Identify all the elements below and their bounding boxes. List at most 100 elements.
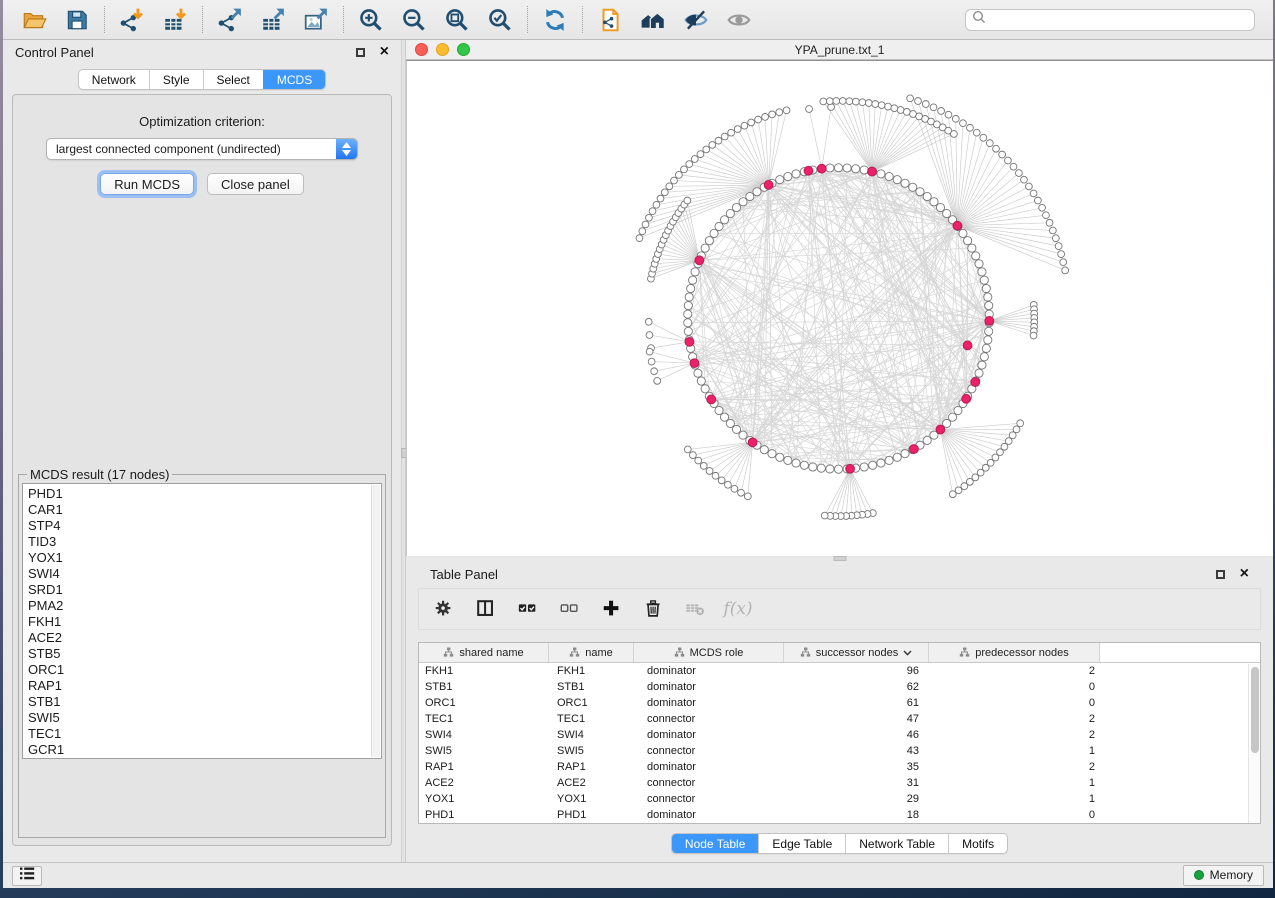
mcds-result-item[interactable]: ORC1	[28, 662, 367, 678]
mcds-result-item[interactable]: TEC1	[28, 726, 367, 742]
network-canvas[interactable]	[406, 60, 1273, 556]
table-cell: RAP1	[419, 761, 549, 773]
mcds-result-item[interactable]: FKH1	[28, 614, 367, 630]
mcds-result-item[interactable]: ACE2	[28, 630, 367, 646]
select-all-rows-icon[interactable]	[515, 596, 541, 622]
open-file-icon[interactable]	[18, 4, 50, 36]
table-row[interactable]: SWI4SWI4dominator462	[419, 727, 1260, 743]
network-graph[interactable]	[407, 61, 1273, 556]
mcds-result-item[interactable]: STB1	[28, 694, 367, 710]
table-row[interactable]: TEC1TEC1connector472	[419, 711, 1260, 727]
table-cell: TEC1	[549, 713, 634, 725]
table-row[interactable]: FKH1FKH1dominator962	[419, 663, 1260, 679]
zoom-fit-icon[interactable]	[441, 4, 473, 36]
tab-select[interactable]: Select	[203, 70, 263, 89]
table-settings-icon[interactable]	[431, 596, 457, 622]
close-panel-button[interactable]: Close panel	[207, 173, 304, 195]
tab-network-table[interactable]: Network Table	[845, 834, 948, 853]
control-panel: Control Panel × NetworkStyleSelectMCDS O…	[3, 40, 401, 862]
table-cell: dominator	[634, 729, 784, 741]
import-table-icon[interactable]	[159, 4, 191, 36]
tab-motifs[interactable]: Motifs	[948, 834, 1007, 853]
table-cell: connector	[634, 745, 784, 757]
search-icon	[972, 10, 986, 29]
home-networks-icon[interactable]	[637, 4, 669, 36]
zoom-selected-icon[interactable]	[484, 4, 516, 36]
column-header-predecessor-nodes[interactable]: predecessor nodes	[929, 643, 1100, 662]
mcds-result-item[interactable]: YOX1	[28, 550, 367, 566]
save-session-icon[interactable]	[61, 4, 93, 36]
tab-network[interactable]: Network	[79, 70, 149, 89]
run-mcds-button[interactable]: Run MCDS	[100, 173, 194, 195]
maximize-window-icon[interactable]	[457, 43, 470, 56]
mcds-list-scrollbar[interactable]	[371, 485, 380, 757]
mcds-result-list[interactable]: PHD1CAR1STP4TID3YOX1SWI4SRD1PMA2FKH1ACE2…	[22, 483, 382, 759]
table-cell: dominator	[634, 665, 784, 677]
export-network-icon[interactable]	[214, 4, 246, 36]
table-cell: 35	[784, 761, 929, 773]
close-window-icon[interactable]	[415, 43, 428, 56]
table-cell: 47	[784, 713, 929, 725]
delete-rows-icon[interactable]	[641, 596, 667, 622]
float-table-panel-icon[interactable]	[1216, 570, 1225, 579]
optimization-criterion-select[interactable]: largest connected component (undirected)	[46, 138, 358, 160]
import-network-icon[interactable]	[116, 4, 148, 36]
close-table-panel-icon[interactable]: ×	[1240, 569, 1249, 579]
toolbar-group	[7, 6, 104, 33]
mcds-result-item[interactable]: CAR1	[28, 502, 367, 518]
column-header-mcds-role[interactable]: MCDS role	[634, 643, 784, 662]
minimize-window-icon[interactable]	[436, 43, 449, 56]
mcds-result-item[interactable]: SWI4	[28, 566, 367, 582]
tab-mcds[interactable]: MCDS	[263, 70, 325, 89]
table-row[interactable]: PHD1PHD1dominator180	[419, 807, 1260, 823]
toggle-panel-columns-icon[interactable]	[473, 596, 499, 622]
mcds-result-item[interactable]: SRD1	[28, 582, 367, 598]
mcds-result-item[interactable]: GCR1	[28, 742, 367, 758]
mcds-result-item[interactable]: STB5	[28, 646, 367, 662]
search-input[interactable]	[990, 13, 1248, 27]
export-table-icon[interactable]	[257, 4, 289, 36]
tab-style[interactable]: Style	[149, 70, 203, 89]
zoom-out-icon[interactable]	[398, 4, 430, 36]
table-scrollbar-thumb[interactable]	[1251, 667, 1259, 753]
column-header-name[interactable]: name	[549, 643, 634, 662]
table-row[interactable]: STB1STB1dominator620	[419, 679, 1260, 695]
table-cell: ACE2	[419, 777, 549, 789]
horizontal-splitter-handle[interactable]	[833, 556, 846, 561]
panel-menu-button[interactable]	[12, 866, 42, 886]
mcds-result-item[interactable]: SWI5	[28, 710, 367, 726]
tab-node-table[interactable]: Node Table	[672, 834, 759, 853]
table-cell: STB1	[419, 681, 549, 693]
show-graphics-details-icon	[723, 4, 755, 36]
table-panel-title: Table Panel	[430, 567, 498, 582]
horizontal-splitter[interactable]	[406, 556, 1273, 562]
table-row[interactable]: ORC1ORC1dominator610	[419, 695, 1260, 711]
tab-edge-table[interactable]: Edge Table	[758, 834, 845, 853]
table-row[interactable]: SWI5SWI5connector431	[419, 743, 1260, 759]
search-box[interactable]	[965, 9, 1255, 31]
table-cell: RAP1	[549, 761, 634, 773]
add-row-icon[interactable]	[599, 596, 625, 622]
mcds-result-item[interactable]: TID3	[28, 534, 367, 550]
deselect-all-rows-icon[interactable]	[557, 596, 583, 622]
table-row[interactable]: ACE2ACE2connector311	[419, 775, 1260, 791]
share-network-document-icon[interactable]	[594, 4, 626, 36]
zoom-in-icon[interactable]	[355, 4, 387, 36]
mcds-result-item[interactable]: STP4	[28, 518, 367, 534]
table-scrollbar[interactable]	[1248, 664, 1260, 823]
column-header-successor-nodes[interactable]: successor nodes	[784, 643, 929, 662]
hide-graphics-details-icon[interactable]	[680, 4, 712, 36]
column-header-shared-name[interactable]: shared name	[419, 643, 549, 662]
close-panel-icon[interactable]: ×	[380, 47, 389, 57]
mcds-result-item[interactable]: RAP1	[28, 678, 367, 694]
memory-button[interactable]: Memory	[1183, 865, 1264, 886]
table-cell: YOX1	[419, 793, 549, 805]
table-cell: 46	[784, 729, 929, 741]
table-row[interactable]: YOX1YOX1connector291	[419, 791, 1260, 807]
refresh-layout-icon[interactable]	[539, 4, 571, 36]
mcds-result-item[interactable]: PHD1	[28, 486, 367, 502]
table-row[interactable]: RAP1RAP1dominator352	[419, 759, 1260, 775]
export-image-icon[interactable]	[300, 4, 332, 36]
float-panel-icon[interactable]	[356, 48, 365, 57]
mcds-result-item[interactable]: PMA2	[28, 598, 367, 614]
